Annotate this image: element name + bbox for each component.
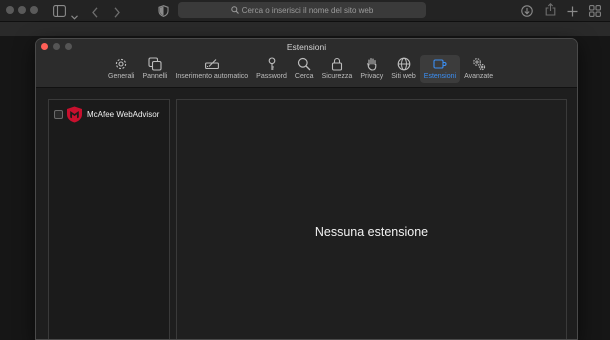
new-tab-icon[interactable]: [567, 4, 578, 22]
lock-icon: [331, 57, 342, 71]
hand-icon: [366, 58, 377, 71]
extension-detail-pane: Nessuna estensione: [176, 99, 567, 339]
tab-password[interactable]: Password: [252, 55, 291, 83]
sidebar-toggle-icon[interactable]: [53, 4, 66, 22]
globe-icon: [397, 57, 410, 71]
tab-cerca[interactable]: Cerca: [291, 55, 318, 83]
extension-name: McAfee WebAdvisor: [87, 109, 160, 119]
tabs-icon: [148, 57, 162, 71]
extension-enable-checkbox[interactable]: [54, 109, 63, 119]
autofill-icon: [204, 59, 219, 70]
downloads-icon[interactable]: [521, 4, 533, 22]
tab-avanzate[interactable]: Avanzate: [460, 55, 497, 83]
tab-privacy[interactable]: Privacy: [356, 55, 387, 83]
tab-overview-icon[interactable]: [589, 4, 601, 22]
gear-icon: [116, 58, 127, 70]
share-icon[interactable]: [545, 3, 556, 21]
preferences-tabs: Generali Pannelli Inserimento automatico…: [104, 55, 497, 85]
search-icon: [230, 6, 239, 14]
gears-icon: [472, 58, 485, 71]
address-bar[interactable]: Cerca o inserisci il nome del sito web: [178, 2, 426, 18]
window-title: Estensioni: [286, 42, 327, 52]
close-window-button[interactable]: [6, 6, 14, 14]
zoom-window-button[interactable]: [30, 6, 38, 14]
tab-pannelli[interactable]: Pannelli: [138, 55, 171, 83]
puzzle-icon: [433, 59, 447, 69]
preferences-window: Estensioni Generali Pannelli Inserimento…: [35, 38, 578, 340]
back-icon[interactable]: [92, 5, 98, 23]
empty-state-message: Nessuna estensione: [314, 225, 429, 239]
tab-estensioni[interactable]: Estensioni: [419, 55, 461, 83]
favorites-bar: [0, 22, 610, 36]
search-icon: [298, 57, 311, 71]
tab-sicurezza[interactable]: Sicurezza: [318, 55, 357, 83]
list-item[interactable]: McAfee WebAdvisor: [54, 105, 159, 123]
forward-icon[interactable]: [114, 5, 120, 23]
tab-inserimento-automatico[interactable]: Inserimento automatico: [171, 55, 252, 83]
mcafee-shield-icon: [67, 106, 82, 122]
preferences-toolbar: Estensioni Generali Pannelli Inserimento…: [36, 39, 577, 88]
minimize-window-button[interactable]: [18, 6, 26, 14]
tab-generali[interactable]: Generali: [104, 55, 138, 83]
tab-siti-web[interactable]: Siti web: [387, 55, 420, 83]
address-placeholder: Cerca o inserisci il nome del sito web: [241, 5, 374, 15]
extensions-list: McAfee WebAdvisor: [48, 99, 170, 339]
browser-toolbar: Cerca o inserisci il nome del sito web: [0, 0, 610, 22]
privacy-shield-icon[interactable]: [158, 4, 169, 22]
key-icon: [268, 57, 275, 70]
